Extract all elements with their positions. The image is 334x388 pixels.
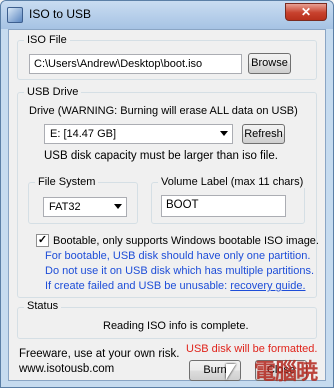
chevron-down-icon bbox=[114, 204, 122, 209]
info-line-2: Do not use it on USB disk which has mult… bbox=[45, 265, 315, 277]
title-bar[interactable]: ISO to USB ✕ bbox=[1, 1, 333, 29]
status-group-label: Status bbox=[24, 300, 62, 312]
drive-label: Drive (WARNING: Burning will erase ALL d… bbox=[29, 105, 298, 117]
window-title: ISO to USB bbox=[29, 7, 92, 21]
bootable-checkbox[interactable]: ✓ bbox=[36, 234, 49, 247]
app-window: ISO to USB ✕ ISO File C:\Users\Andrew\De… bbox=[0, 0, 334, 388]
mouse-cursor-icon bbox=[226, 364, 236, 380]
volume-label-input[interactable]: BOOT bbox=[161, 195, 286, 217]
freeware-text: Freeware, use at your own risk. bbox=[19, 348, 180, 360]
watermark-logo: 電腦暁 bbox=[254, 359, 318, 385]
website-text: www.isotousb.com bbox=[19, 363, 115, 375]
chevron-down-icon bbox=[220, 131, 228, 136]
refresh-button[interactable]: Refresh bbox=[242, 124, 285, 144]
drive-select-value: E: [14.47 GB] bbox=[50, 128, 117, 140]
file-system-value: FAT32 bbox=[49, 201, 81, 213]
info-line-3: If create failed and USB be unusable: re… bbox=[45, 280, 306, 292]
iso-file-group-label: ISO File bbox=[24, 34, 70, 46]
info-line-3-prefix: If create failed and USB be unusable: bbox=[45, 280, 228, 292]
iso-path-input[interactable]: C:\Users\Andrew\Desktop\boot.iso bbox=[29, 54, 242, 74]
window-close-button[interactable]: ✕ bbox=[285, 3, 327, 21]
recovery-guide-link[interactable]: recovery guide. bbox=[230, 280, 305, 292]
usb-drive-group-label: USB Drive bbox=[24, 86, 82, 98]
dialog-body: ISO File C:\Users\Andrew\Desktop\boot.is… bbox=[8, 29, 326, 381]
volume-label-label: Volume Label (max 11 chars) bbox=[158, 176, 307, 188]
app-icon bbox=[7, 7, 23, 23]
bootable-label: Bootable, only supports Windows bootable… bbox=[53, 235, 319, 247]
file-system-label: File System bbox=[35, 176, 99, 188]
status-message: Reading ISO info is complete. bbox=[103, 320, 249, 332]
capacity-note: USB disk capacity must be larger than is… bbox=[44, 150, 278, 162]
info-line-1: For bootable, USB disk should have only … bbox=[45, 250, 311, 262]
browse-button[interactable]: Browse bbox=[248, 53, 291, 74]
drive-select[interactable]: E: [14.47 GB] bbox=[44, 124, 233, 144]
file-system-select[interactable]: FAT32 bbox=[43, 197, 127, 217]
